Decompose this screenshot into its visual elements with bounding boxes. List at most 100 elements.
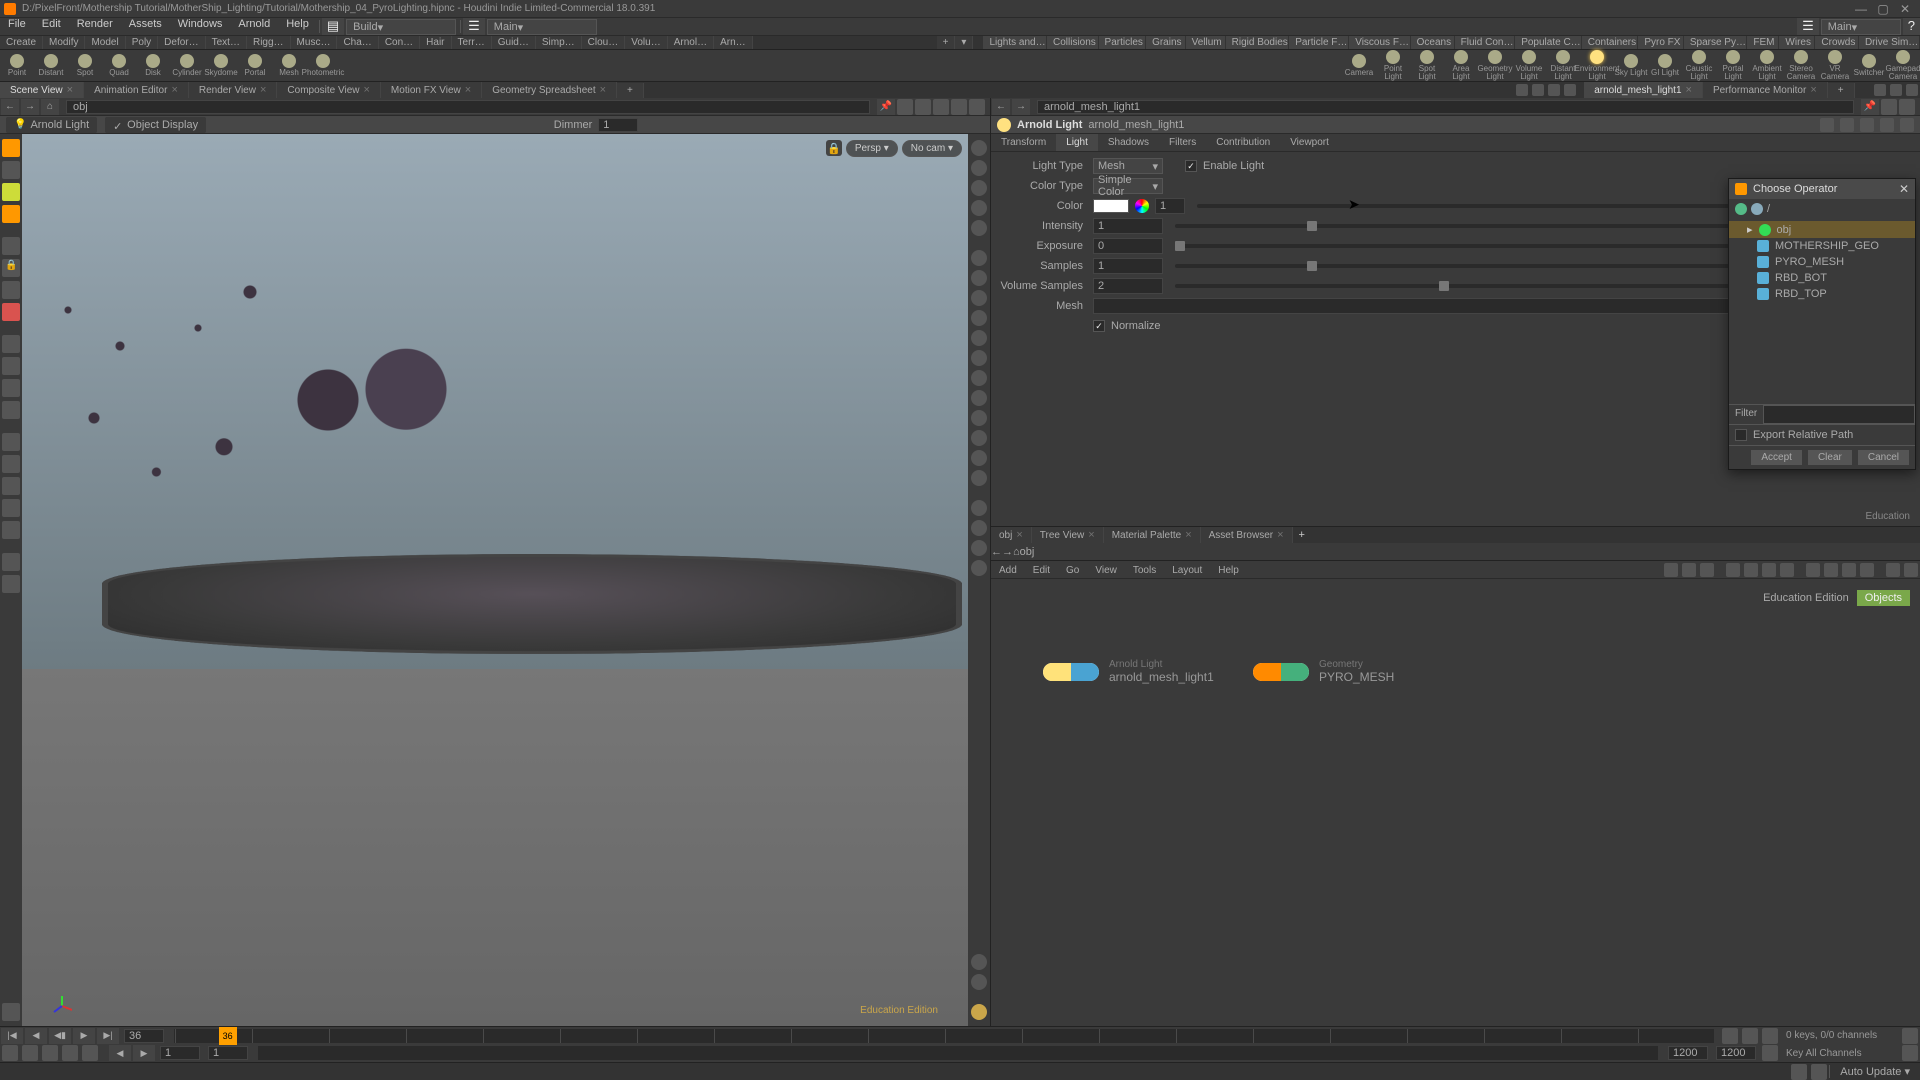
shelf-plus[interactable]: + (937, 36, 956, 49)
current-frame-field[interactable]: 36 (124, 1029, 164, 1043)
shelf-tab[interactable]: Crowds (1815, 36, 1859, 49)
shelf-tab[interactable]: Collisions (1047, 36, 1099, 49)
shelf-tab[interactable]: Create (0, 36, 43, 49)
shelf-tool-skydome[interactable]: Skydome (204, 50, 238, 81)
network-tool-icon[interactable] (1664, 563, 1678, 577)
pane-tab[interactable]: arnold_mesh_light1 × (1584, 82, 1703, 98)
network-menu-tools[interactable]: Tools (1125, 563, 1164, 578)
dialog-breadcrumb[interactable]: / (1729, 199, 1915, 219)
accept-button[interactable]: Accept (1751, 450, 1802, 465)
color-value-field[interactable]: 1 (1155, 198, 1185, 214)
shelf-tab[interactable]: Rigid Bodies (1226, 36, 1290, 49)
timeline-opt-icon[interactable] (62, 1045, 78, 1061)
intensity-field[interactable]: 1 (1093, 218, 1163, 234)
camera-select-dropdown[interactable]: No cam ▾ (902, 140, 962, 157)
shelf-tool-area-light[interactable]: Area Light (1444, 50, 1478, 81)
info-icon[interactable] (1880, 118, 1894, 132)
display-option-icon[interactable] (971, 140, 987, 156)
shelf-tab[interactable]: Drive Sim… (1859, 36, 1920, 49)
tree-item[interactable]: RBD_BOT (1729, 270, 1915, 286)
menu-edit[interactable]: Edit (34, 16, 69, 32)
network-node[interactable]: GeometryPYRO_MESH (1251, 659, 1394, 684)
viewport-icon[interactable] (933, 99, 949, 115)
clear-button[interactable]: Clear (1808, 450, 1852, 465)
param-tab-transform[interactable]: Transform (991, 134, 1056, 151)
tool-icon[interactable] (2, 1003, 20, 1021)
select-tool-icon[interactable] (2, 139, 20, 157)
shelf-tab[interactable]: Poly (126, 36, 158, 49)
shelf-tab[interactable]: Containers (1582, 36, 1639, 49)
display-option-icon[interactable] (971, 220, 987, 236)
display-option-icon[interactable] (971, 430, 987, 446)
filter-icon[interactable] (1840, 118, 1854, 132)
display-option-icon[interactable] (971, 470, 987, 486)
shelf-tab[interactable]: Model (85, 36, 125, 49)
shelf-tab[interactable]: Modify (43, 36, 85, 49)
timeline-opt-icon[interactable] (42, 1045, 58, 1061)
menu-arnold[interactable]: Arnold (230, 16, 278, 32)
color-type-dropdown[interactable]: Simple Color▾ (1093, 178, 1163, 194)
tool-icon[interactable] (2, 521, 20, 539)
tool-icon[interactable] (2, 303, 20, 321)
search-icon[interactable] (1860, 118, 1874, 132)
tool-icon[interactable] (2, 379, 20, 397)
display-option-icon[interactable] (971, 310, 987, 326)
menu-render[interactable]: Render (69, 16, 121, 32)
timeline-opt-icon[interactable] (2, 1045, 18, 1061)
shelf-tab[interactable]: Con… (379, 36, 420, 49)
display-option-icon[interactable] (971, 520, 987, 536)
filter-input[interactable] (1763, 405, 1915, 424)
pane-tab[interactable]: Performance Monitor × (1703, 82, 1828, 98)
display-option-icon[interactable] (971, 1004, 987, 1020)
shelf-tab[interactable]: Clou… (582, 36, 626, 49)
network-tab[interactable]: obj × (991, 527, 1032, 543)
pane-plus[interactable]: + (617, 83, 644, 98)
timeline-opt-icon[interactable] (82, 1045, 98, 1061)
pane-icon[interactable] (1906, 84, 1918, 96)
tool-icon[interactable] (2, 281, 20, 299)
status-icon[interactable] (1811, 1064, 1827, 1080)
nav-fwd-button[interactable]: → (1002, 546, 1013, 558)
network-tab[interactable]: Tree View × (1032, 527, 1104, 543)
camera-lock-icon[interactable]: 🔒 (826, 140, 842, 156)
shelf-tab[interactable]: FEM (1747, 36, 1779, 49)
display-option-icon[interactable] (971, 500, 987, 516)
pane-tab[interactable]: Animation Editor × (84, 82, 189, 98)
shelf-tab[interactable]: Viscous F… (1349, 36, 1410, 49)
shelf-tool-volume-light[interactable]: Volume Light (1512, 50, 1546, 81)
tree-item-obj[interactable]: ▸ obj (1729, 221, 1915, 238)
shelf-tab[interactable]: Cha… (337, 36, 378, 49)
exposure-field[interactable]: 0 (1093, 238, 1163, 254)
display-option-icon[interactable] (971, 250, 987, 266)
build-icon[interactable]: ▤ (322, 18, 344, 35)
tree-item[interactable]: RBD_TOP (1729, 286, 1915, 302)
display-option-icon[interactable] (971, 540, 987, 556)
display-option-icon[interactable] (971, 290, 987, 306)
tool-icon[interactable] (2, 499, 20, 517)
range-end-field[interactable]: 1200 (1716, 1046, 1756, 1060)
display-option-icon[interactable] (971, 330, 987, 346)
pane-icon[interactable] (1516, 84, 1528, 96)
shelf-tab[interactable]: Hair (420, 36, 451, 49)
shelf-tool-quad[interactable]: Quad (102, 50, 136, 81)
shelf-tool-stereo-camera[interactable]: Stereo Camera (1784, 50, 1818, 81)
network-menu-view[interactable]: View (1087, 563, 1125, 578)
shelf-tab[interactable]: Pyro FX (1638, 36, 1684, 49)
viewport-icon[interactable] (915, 99, 931, 115)
tool-icon[interactable] (2, 575, 20, 593)
shelf-tool-gi-light[interactable]: GI Light (1648, 50, 1682, 81)
shelf-tool-portal-light[interactable]: Portal Light (1716, 50, 1750, 81)
help-icon[interactable]: ? (1903, 18, 1920, 35)
network-menu-add[interactable]: Add (991, 563, 1025, 578)
shelf-tab[interactable]: Wires (1779, 36, 1815, 49)
tool-icon[interactable] (2, 205, 20, 223)
tree-item[interactable]: MOTHERSHIP_GEO (1729, 238, 1915, 254)
shelf-tool-cylinder[interactable]: Cylinder (170, 50, 204, 81)
range-track[interactable] (258, 1046, 1658, 1060)
color-swatch[interactable] (1093, 199, 1129, 213)
tool-icon[interactable] (2, 335, 20, 353)
shelf-tool-geometry-light[interactable]: Geometry Light (1478, 50, 1512, 81)
pane-tab[interactable]: Render View × (189, 82, 278, 98)
shelf-tool-spot-light[interactable]: Spot Light (1410, 50, 1444, 81)
network-tool-icon[interactable] (1824, 563, 1838, 577)
